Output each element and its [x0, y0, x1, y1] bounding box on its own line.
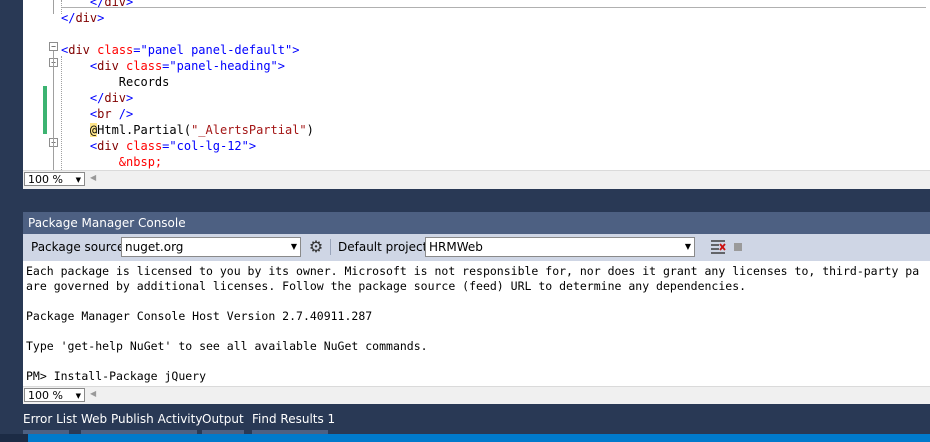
- code-token: ="panel-heading">: [162, 59, 285, 73]
- zoom-value: 100 %: [28, 173, 63, 186]
- code-token: class: [126, 139, 163, 153]
- clear-console-icon[interactable]: [709, 238, 727, 256]
- gear-icon[interactable]: ⚙: [307, 237, 325, 257]
- collapse-icon[interactable]: −: [49, 42, 58, 51]
- console-line: Type 'get-help NuGet' to see all availab…: [26, 339, 428, 353]
- console-output[interactable]: Each package is licensed to you by its o…: [23, 261, 930, 383]
- console-line: Package Manager Console Host Version 2.7…: [26, 309, 373, 323]
- code-line[interactable]: </div>: [61, 10, 104, 26]
- code-token: br: [97, 107, 112, 121]
- zoom-value: 100 %: [28, 389, 63, 402]
- tab-web-publish-activity[interactable]: Web Publish Activity: [81, 408, 202, 430]
- code-token: div: [104, 91, 127, 105]
- code-area[interactable]: − − − </div> </div> <div class="panel pane…: [23, 0, 930, 170]
- status-bar-corner: [0, 434, 28, 442]
- dropdown-arrow-icon: ▼: [75, 392, 81, 400]
- outline-guide: [53, 0, 54, 14]
- code-token: Records: [61, 75, 170, 89]
- code-token: "_AlertsPartial": [191, 123, 307, 137]
- code-line[interactable]: Records: [61, 74, 170, 90]
- code-line[interactable]: &nbsp;: [61, 154, 162, 170]
- code-token: </: [61, 0, 105, 9]
- dropdown-arrow-icon: ▼: [75, 176, 81, 184]
- console-bottom-bar: 100 % ▼ ◀: [23, 386, 930, 405]
- code-line[interactable]: <div class="col-lg-12">: [61, 138, 256, 154]
- code-token: ): [306, 123, 314, 137]
- code-line[interactable]: <div class="panel panel-default">: [61, 42, 299, 58]
- default-project-select[interactable]: HRMWeb ▼: [425, 237, 695, 257]
- section-divider: [61, 7, 926, 8]
- code-token: &nbsp;: [61, 155, 163, 169]
- console-line: are governed by additional licenses. Fol…: [26, 279, 747, 293]
- editor-bottom-bar: 100 % ▼ ◀: [23, 170, 930, 189]
- package-source-select[interactable]: nuget.org ▼: [121, 237, 301, 257]
- code-token: Html.Partial(: [97, 123, 192, 137]
- package-manager-console: Package Manager Console Package source: …: [23, 212, 930, 405]
- scroll-left-icon[interactable]: ◀: [90, 389, 96, 398]
- dropdown-arrow-icon: ▼: [290, 242, 297, 251]
- console-line: Each package is licensed to you by its o…: [26, 264, 920, 278]
- code-line[interactable]: </div>: [61, 0, 133, 10]
- code-token: <: [61, 139, 98, 153]
- default-project-value: HRMWeb: [429, 240, 483, 254]
- code-token: />: [111, 107, 134, 121]
- code-token: >: [126, 0, 134, 9]
- tab-output[interactable]: Output: [202, 408, 244, 430]
- outline-guide: [53, 51, 54, 170]
- code-line[interactable]: @Html.Partial("_AlertsPartial"): [61, 122, 314, 138]
- code-token: class: [126, 59, 163, 73]
- code-token: </: [61, 11, 76, 25]
- code-token: div: [97, 139, 119, 153]
- panel-title: Package Manager Console: [23, 212, 930, 234]
- default-project-label: Default project:: [338, 240, 432, 254]
- change-marker: [43, 86, 47, 134]
- code-token: >: [126, 91, 134, 105]
- code-editor[interactable]: − − − </div> </div> <div class="panel pane…: [23, 0, 930, 189]
- package-source-value: nuget.org: [125, 240, 184, 254]
- console-toolbar: Package source: nuget.org ▼ ⚙ Default pr…: [23, 234, 930, 261]
- zoom-dropdown[interactable]: 100 % ▼: [24, 388, 85, 402]
- code-line[interactable]: <div class="panel-heading">: [61, 58, 285, 74]
- code-token: ="panel panel-default">: [133, 43, 300, 57]
- tab-error-list[interactable]: Error List: [23, 408, 77, 430]
- package-source-label: Package source:: [31, 240, 129, 254]
- code-line[interactable]: <br />: [61, 106, 133, 122]
- dropdown-arrow-icon: ▼: [684, 242, 691, 251]
- status-bar: [0, 434, 930, 442]
- console-line: PM> Install-Package jQuery: [26, 369, 207, 383]
- scroll-left-icon[interactable]: ◀: [90, 173, 96, 182]
- code-token: <: [61, 59, 98, 73]
- code-token: ="col-lg-12">: [162, 139, 257, 153]
- code-token: </: [61, 91, 105, 105]
- code-token: div: [97, 59, 119, 73]
- zoom-dropdown[interactable]: 100 % ▼: [24, 172, 85, 186]
- code-token: class: [97, 43, 134, 57]
- code-token: div: [104, 0, 127, 9]
- code-line[interactable]: </div>: [61, 90, 133, 106]
- tab-find-results-1[interactable]: Find Results 1: [252, 408, 335, 430]
- code-token: <: [61, 107, 98, 121]
- stop-icon[interactable]: [734, 243, 742, 251]
- code-token: >: [97, 11, 105, 25]
- left-frame: [0, 0, 23, 404]
- toolbar-separator: [330, 239, 331, 255]
- code-token: div: [75, 11, 98, 25]
- code-token: div: [68, 43, 90, 57]
